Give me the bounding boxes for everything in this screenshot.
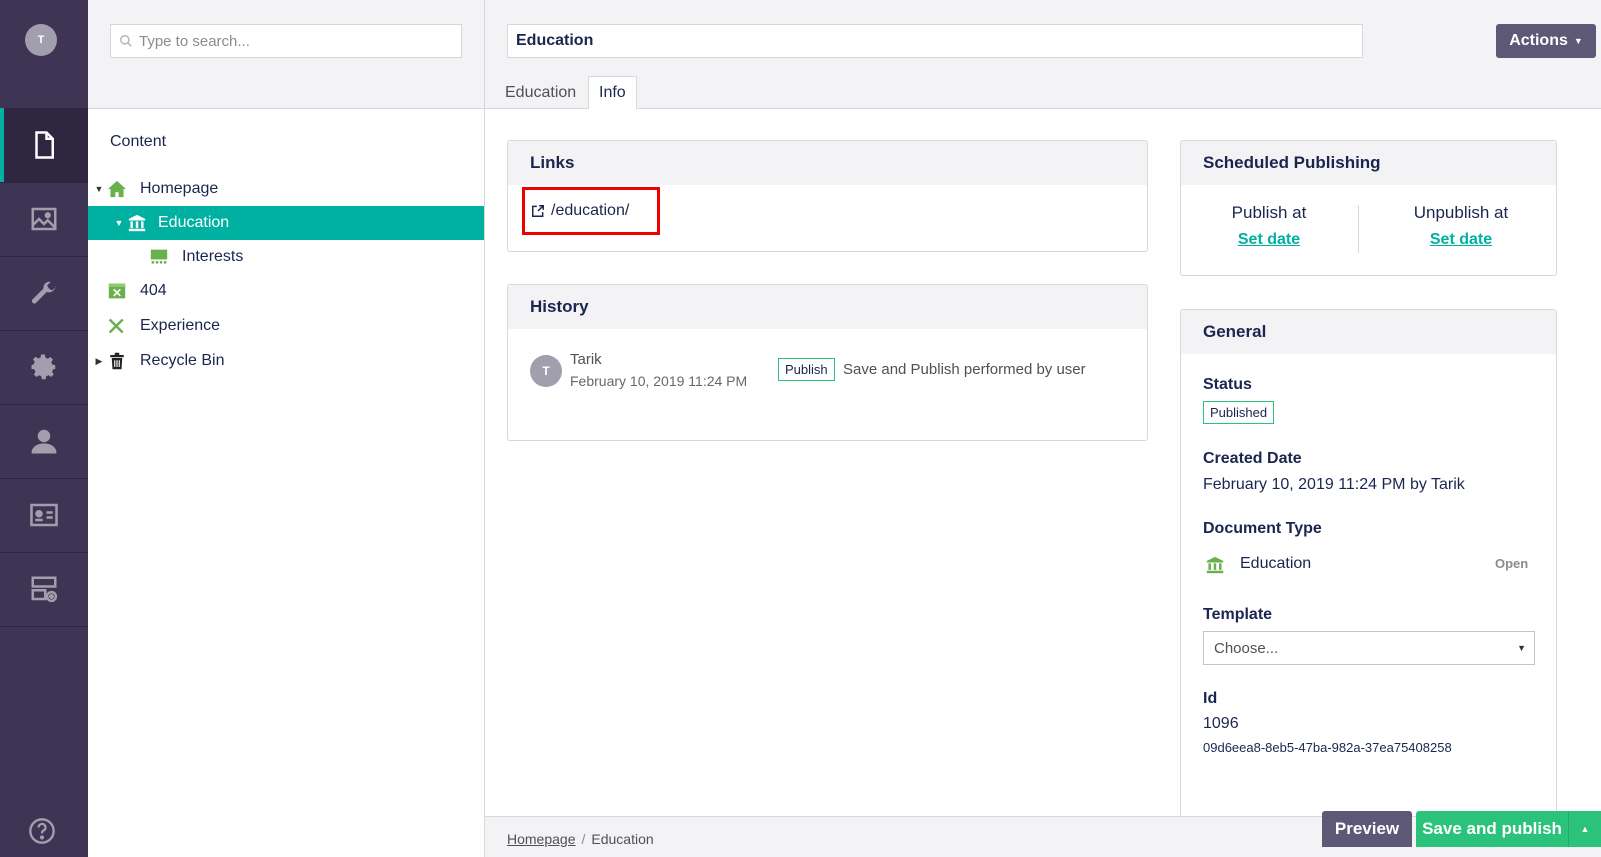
expand-caret-icon[interactable]: ▼ [112,218,126,228]
general-card: General Status Published Created Date Fe… [1180,309,1557,829]
breadcrumb: Homepage / Education [507,820,654,857]
general-title: General [1181,310,1556,354]
education-icon [126,213,148,233]
scheduled-publishing-card: Scheduled Publishing Publish at Set date… [1180,140,1557,276]
template-selected-value: Choose... [1214,639,1279,657]
content-name-input[interactable] [507,24,1363,58]
tab-education[interactable]: Education [495,76,586,110]
guid-value: 09d6eea8-8eb5-47ba-982a-37ea75408258 [1203,740,1452,755]
scheduled-publishing-title: Scheduled Publishing [1181,141,1556,185]
history-title: History [508,285,1147,329]
expand-caret-icon[interactable]: ▶ [92,356,106,367]
open-document-type-link[interactable]: Open [1495,556,1528,571]
unpublish-at-column: Unpublish at Set date [1373,203,1549,249]
breadcrumb-current: Education [591,831,654,847]
chevron-down-icon: ▼ [1573,36,1583,46]
expand-caret-icon[interactable]: ▼ [92,184,106,194]
tree-section-title: Content [110,133,167,150]
created-date-label: Created Date [1203,450,1302,467]
tree-item-interests[interactable]: Interests [88,240,484,274]
nav-members[interactable] [0,478,88,553]
tools-icon [106,316,128,336]
template-select[interactable]: Choose... ▼ [1203,631,1535,665]
wrench-icon [31,281,56,304]
chevron-down-icon: ▼ [1517,643,1526,653]
history-user: Tarik [570,351,602,368]
content-url: /education/ [551,202,630,219]
tree-item-label: 404 [140,282,167,299]
nav-settings[interactable] [0,330,88,405]
status-label: Status [1203,376,1252,393]
editor-main: Links /education/ History T Tarik Februa… [485,109,1601,829]
id-label: Id [1203,690,1218,707]
publish-at-label: Publish at [1231,203,1307,222]
nav-media[interactable] [0,182,88,257]
nav-content[interactable] [0,108,88,183]
breadcrumb-separator: / [581,831,586,847]
interests-icon [148,247,170,267]
save-and-publish-button[interactable]: Save and publish [1416,811,1568,847]
links-card: Links /education/ [507,140,1148,252]
image-icon [31,207,57,231]
user-icon [31,429,57,454]
tree-item-label: Homepage [140,180,219,197]
links-title: Links [508,141,1147,185]
created-date-value: February 10, 2019 11:24 PM by Tarik [1203,476,1465,493]
editor-header: Actions ▼ Education Info [485,0,1601,110]
editor-footer: Homepage / Education Preview Save and pu… [485,811,1601,857]
divider [1358,205,1359,253]
document-type-value: Education [1240,555,1312,572]
actions-button[interactable]: Actions ▼ [1496,24,1596,58]
tree-item-label: Interests [182,248,244,265]
help-icon[interactable] [28,817,56,845]
app-navigation: T [0,0,88,857]
save-options-caret-icon[interactable]: ▲ [1568,811,1601,847]
tree-item-label: Recycle Bin [140,352,225,369]
document-icon [35,131,54,159]
education-icon [1205,556,1225,574]
unpublish-set-date-link[interactable]: Set date [1373,231,1549,249]
preview-button[interactable]: Preview [1322,811,1412,847]
template-label: Template [1203,606,1273,623]
history-action-badge: Publish [778,358,835,381]
nav-settings-tools[interactable] [0,256,88,331]
document-type-label: Document Type [1203,520,1322,537]
home-icon [106,179,128,199]
tree-header [88,0,484,109]
external-link-icon [532,205,544,217]
error-page-icon [106,281,128,301]
tree-item-label: Education [158,214,230,231]
nav-users[interactable] [0,404,88,479]
actions-label: Actions [1509,32,1568,49]
nav-forms[interactable] [0,552,88,627]
unpublish-at-label: Unpublish at [1413,203,1509,222]
user-avatar[interactable]: T [25,24,57,56]
id-value: 1096 [1203,715,1239,732]
content-tree-panel: Content ▼ Homepage ▼ Education Interests… [88,0,485,857]
id-card-icon [30,503,58,527]
avatar: T [530,355,562,387]
trash-icon [106,351,128,371]
tree-item-404[interactable]: 404 [88,274,484,308]
breadcrumb-homepage-link[interactable]: Homepage [507,831,576,847]
status-badge: Published [1203,401,1275,424]
tab-info[interactable]: Info [588,76,637,110]
history-date: February 10, 2019 11:24 PM [570,373,748,389]
tree-item-education[interactable]: ▼ Education [88,206,484,240]
search-icon [120,35,132,47]
gear-icon [31,354,56,380]
content-url-link[interactable]: /education/ [522,187,660,235]
tree-item-recycle-bin[interactable]: ▶ Recycle Bin [88,344,484,378]
tree-item-label: Experience [140,317,221,334]
search-box[interactable] [110,24,462,58]
search-input[interactable] [139,32,439,50]
publish-set-date-link[interactable]: Set date [1181,231,1357,249]
tree-item-homepage[interactable]: ▼ Homepage [88,172,484,206]
publish-at-column: Publish at Set date [1181,203,1357,249]
layout-add-icon [31,576,58,603]
history-card: History T Tarik February 10, 2019 11:24 … [507,284,1148,441]
tree-item-experience[interactable]: Experience [88,309,484,343]
history-description: Save and Publish performed by user [843,361,1086,378]
